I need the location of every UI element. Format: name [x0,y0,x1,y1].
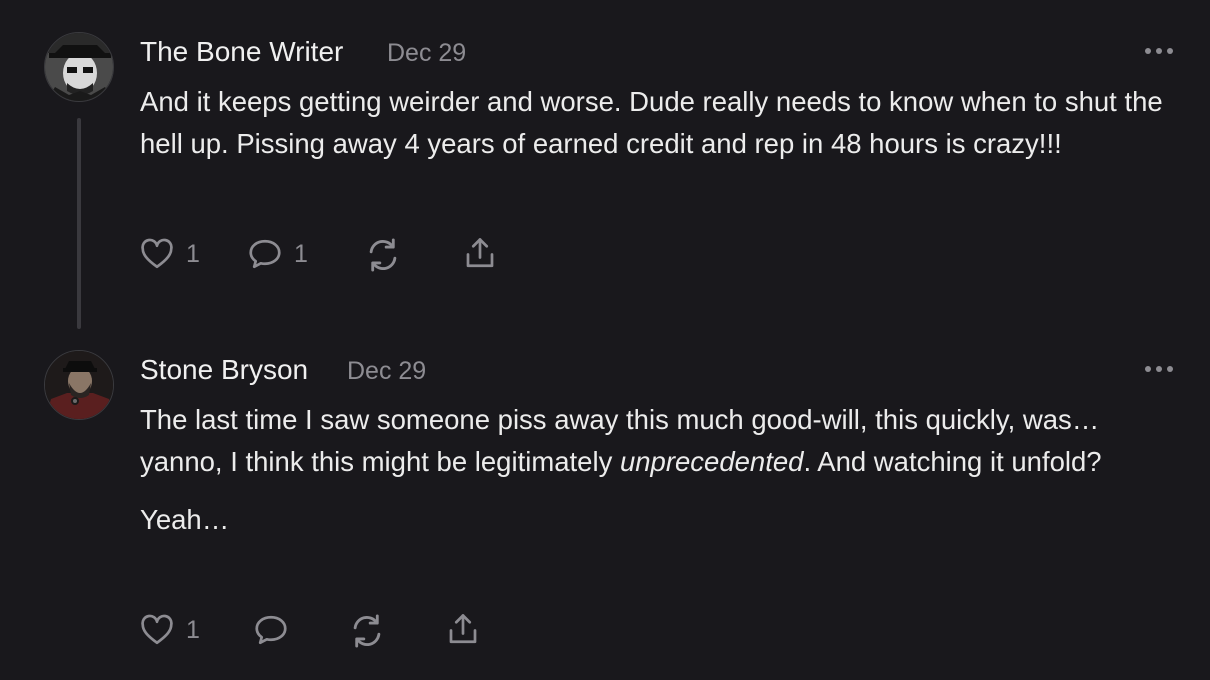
restack-button[interactable] [348,612,386,650]
emphasized-text: unprecedented [619,446,804,477]
more-icon [1145,48,1151,54]
like-button[interactable]: 1 [138,236,200,272]
like-count: 1 [186,239,200,268]
comment-the-bone-writer: The Bone Writer Dec 29 And it keeps gett… [0,0,1210,330]
more-icon [1145,366,1151,372]
comment-icon [255,615,287,645]
comment-body: The last time I saw someone piss away th… [140,399,1185,541]
reply-count: 1 [294,239,308,268]
author-name[interactable]: Stone Bryson [140,354,308,386]
more-options-button[interactable] [1145,45,1173,57]
avatar[interactable] [44,350,114,420]
heart-icon [141,614,173,645]
avatar[interactable] [44,32,114,102]
comment-icon [249,239,281,269]
share-button[interactable] [462,234,498,272]
reply-button[interactable]: 1 [246,236,308,272]
comment-body: And it keeps getting weirder and worse. … [140,81,1185,165]
restack-icon [369,238,397,272]
restack-button[interactable] [364,236,402,274]
comment-date[interactable]: Dec 29 [387,39,466,68]
author-name[interactable]: The Bone Writer [140,36,343,68]
share-icon [449,614,477,644]
restack-icon [353,614,381,648]
like-count: 1 [186,615,200,644]
comment-text-2: Yeah… [140,504,230,535]
reply-button[interactable] [252,612,290,648]
thread-line [77,118,81,329]
more-options-button[interactable] [1145,363,1173,375]
comment-date[interactable]: Dec 29 [347,357,426,386]
share-button[interactable] [445,610,481,648]
heart-icon [141,238,173,269]
comment-text: And it keeps getting weirder and worse. … [140,86,1163,159]
share-icon [466,238,494,268]
comment-text: The last time I saw someone piss away th… [140,404,1102,477]
comment-stone-bryson: Stone Bryson Dec 29 The last time I saw … [0,330,1210,680]
like-button[interactable]: 1 [138,612,200,648]
